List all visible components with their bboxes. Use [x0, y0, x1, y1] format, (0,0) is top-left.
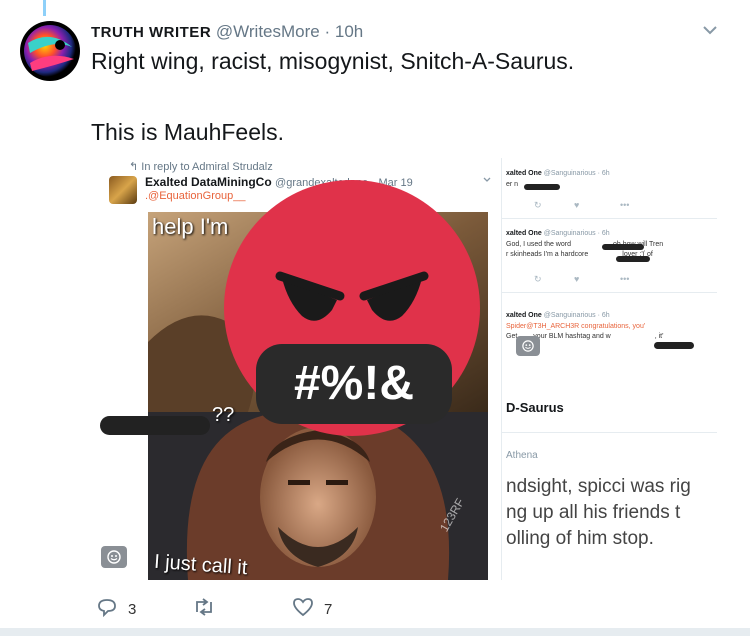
like-button[interactable]: 7 — [292, 597, 332, 621]
like-count: 7 — [324, 600, 333, 618]
article-title: D-Saurus — [506, 400, 564, 415]
reply-icon — [96, 597, 118, 621]
smiley-icon — [101, 546, 127, 568]
reply-count: 3 — [128, 600, 137, 618]
retweet-icon — [192, 597, 216, 621]
redaction-bar — [100, 416, 210, 435]
embedded-chevron-icon — [482, 172, 492, 190]
thread-connector-line — [43, 0, 46, 16]
reply-1-actions: ↻ ♥ ••• — [534, 200, 630, 210]
like-icon — [292, 597, 314, 621]
reply-button[interactable]: 3 — [96, 597, 136, 621]
redaction-bar — [602, 244, 644, 250]
tweet-text-line-2: This is MauhFeels. — [91, 119, 285, 145]
tweet-header: TRUTH WRITER @WritesMore · 10h — [91, 22, 363, 42]
reply-context: ↰ In reply to Admiral Strudalz — [129, 160, 273, 173]
reply-2-actions: ↻ ♥ ••• — [534, 274, 630, 284]
retweet-button[interactable] — [192, 597, 216, 621]
tweet-media[interactable]: ↰ In reply to Admiral Strudalz Exalted D… — [91, 158, 717, 580]
redaction-bar — [654, 342, 694, 349]
article-body: ndsight, spicci was rig ng up all his fr… — [506, 476, 691, 549]
avatar[interactable] — [20, 21, 80, 81]
embedded-avatar — [109, 176, 137, 204]
redaction-bar — [524, 184, 560, 190]
reply-arrow-icon: ↰ — [129, 161, 139, 173]
tweet-actions: 3 7 — [96, 597, 396, 621]
meme-caption-top: help I'm — [152, 214, 229, 239]
angry-emoji-sticker: #%!& — [222, 178, 482, 438]
tweet-text-line-1: Right wing, racist, misogynist, Snitch-A… — [91, 48, 575, 74]
chevron-down-icon[interactable] — [700, 20, 720, 45]
article-author: Athena — [506, 450, 538, 461]
separator-dot: · — [324, 22, 331, 41]
redaction-bar — [616, 256, 650, 262]
embedded-screenshot-right: xalted One @Sanguinarious · 6h er n ↻ ♥ … — [501, 158, 717, 580]
timeline-divider — [0, 628, 750, 636]
display-name[interactable]: TRUTH WRITER — [91, 24, 211, 41]
reply-to-text: In reply to Admiral Strudalz — [141, 161, 273, 173]
tweet-time[interactable]: 10h — [335, 22, 363, 41]
user-handle[interactable]: @WritesMore — [216, 22, 320, 41]
smiley-icon — [516, 336, 540, 356]
emoji-symbols: #%!& — [293, 357, 415, 410]
